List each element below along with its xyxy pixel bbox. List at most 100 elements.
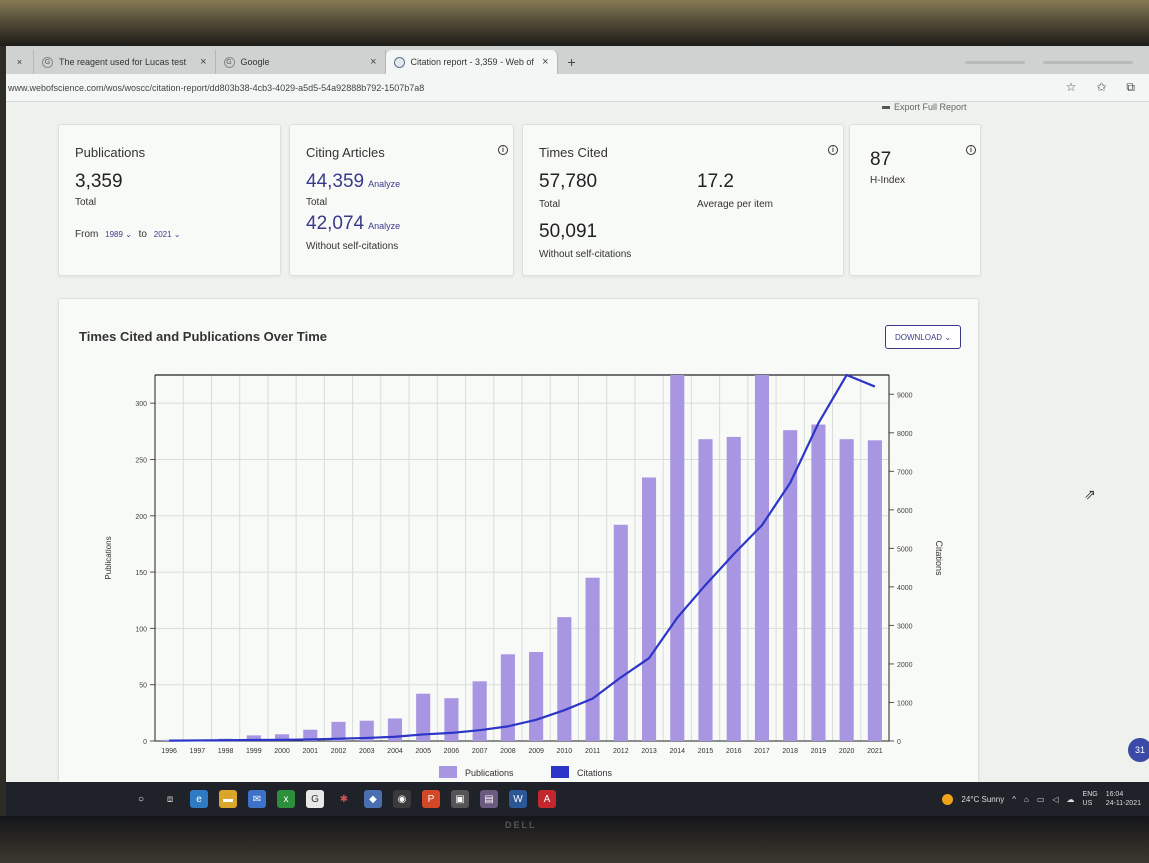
x-tick-label: 2001: [302, 748, 318, 755]
read-aloud-icon[interactable]: ☆: [1066, 80, 1077, 95]
task-view-icon[interactable]: ⧈: [161, 790, 179, 808]
edge-icon[interactable]: e: [190, 790, 208, 808]
info-icon[interactable]: i: [498, 145, 508, 155]
card-title: Publications: [75, 145, 146, 160]
x-tick-label: 2002: [331, 748, 347, 755]
close-icon: ×: [16, 57, 23, 67]
y2-tick-label: 7000: [897, 469, 913, 476]
acrobat-icon[interactable]: A: [538, 790, 556, 808]
x-tick-label: 1999: [246, 748, 262, 755]
windows-taskbar: ○ ⧈ e ▬ ✉ x G ✱ ◆ ◉ P ▣ ▤ W A 24°C Sunny…: [6, 782, 1149, 816]
network-icon[interactable]: ⌂: [1024, 795, 1029, 804]
x-tick-label: 2013: [641, 748, 657, 755]
google-favicon-icon: G: [223, 56, 235, 68]
x-tick-label: 2015: [698, 748, 714, 755]
excel-icon[interactable]: x: [277, 790, 295, 808]
url-field[interactable]: www.webofscience.com/wos/woscc/citation-…: [6, 83, 424, 93]
search-icon[interactable]: ○: [132, 790, 150, 808]
x-tick-label: 1996: [161, 748, 177, 755]
bar-publications: [444, 698, 459, 741]
from-year-select[interactable]: 1989 ⌄: [105, 230, 132, 239]
monitor-bezel-bottom: [0, 816, 1149, 863]
to-year-select[interactable]: 2021 ⌄: [154, 230, 181, 239]
analyze-link[interactable]: Analyze: [368, 221, 400, 231]
card-title: Citing Articles: [306, 145, 385, 160]
x-tick-label: 2005: [415, 748, 431, 755]
y-tick-label: 300: [135, 401, 147, 408]
legend-label-citations: Citations: [577, 768, 613, 778]
bar-publications: [557, 617, 572, 741]
x-tick-label: 2006: [444, 748, 460, 755]
h-index-card: 87 i H-Index: [849, 124, 981, 276]
clock[interactable]: 16:04 24-11-2021: [1106, 790, 1141, 808]
address-bar-icons: ☆ ✩ ⧉: [1066, 80, 1149, 95]
app-icon[interactable]: ◆: [364, 790, 382, 808]
powerpoint-icon[interactable]: P: [422, 790, 440, 808]
google-icon[interactable]: G: [306, 790, 324, 808]
word-icon[interactable]: W: [509, 790, 527, 808]
app-icon[interactable]: ▣: [451, 790, 469, 808]
close-icon[interactable]: ×: [370, 56, 376, 68]
times-cited-publications-chart: 0501001502002503000100020003000400050006…: [104, 373, 944, 778]
card-title: Times Cited: [539, 145, 608, 160]
monitor-brand-logo: DELL: [505, 820, 537, 830]
chrome-icon[interactable]: ◉: [393, 790, 411, 808]
app-icon[interactable]: ▤: [480, 790, 498, 808]
weather-text[interactable]: 24°C Sunny: [961, 795, 1004, 804]
export-icon: [882, 106, 890, 110]
y2-tick-label: 4000: [897, 585, 913, 592]
favorites-icon[interactable]: ✩: [1096, 80, 1106, 95]
bar-publications: [811, 424, 826, 741]
new-tab-button[interactable]: +: [558, 50, 586, 74]
h-index-value: 87: [870, 149, 892, 170]
tab-close-button[interactable]: ×: [6, 50, 34, 74]
times-cited-total-label: Total: [539, 199, 561, 210]
info-icon[interactable]: i: [828, 145, 838, 155]
chevron-up-icon[interactable]: ^: [1012, 795, 1016, 804]
collections-icon[interactable]: ⧉: [1126, 80, 1135, 95]
notification-badge[interactable]: 31: [1128, 738, 1149, 762]
tab-label: The reagent used for Lucas test: [59, 57, 187, 67]
y2-tick-label: 0: [897, 739, 901, 746]
citing-total-label: Total: [306, 197, 328, 208]
legend-swatch-publications: [439, 766, 457, 778]
x-tick-label: 2019: [811, 748, 827, 755]
web-of-science-favicon-icon: [393, 56, 405, 68]
volume-icon[interactable]: ◁: [1052, 795, 1058, 804]
y-tick-label: 0: [143, 739, 147, 746]
bar-publications: [641, 477, 657, 741]
titlebar-decoration: [965, 60, 1025, 64]
analyze-link[interactable]: Analyze: [368, 179, 400, 189]
address-bar: www.webofscience.com/wos/woscc/citation-…: [6, 74, 1149, 102]
bar-publications: [867, 440, 882, 741]
display-icon[interactable]: ▭: [1037, 795, 1045, 804]
tab-lucas-test[interactable]: G The reagent used for Lucas test ×: [34, 50, 216, 74]
y-axis-label: Publications: [104, 536, 113, 579]
x-tick-label: 2000: [274, 748, 290, 755]
x-tick-label: 2011: [585, 748, 600, 755]
browser-tab-bar: × G The reagent used for Lucas test × G …: [6, 46, 1149, 74]
tab-google[interactable]: G Google ×: [216, 50, 386, 74]
app-icon[interactable]: ✱: [335, 790, 353, 808]
y2-tick-label: 6000: [897, 508, 913, 515]
cloud-icon[interactable]: ☁: [1067, 795, 1075, 804]
close-icon[interactable]: ×: [542, 56, 548, 68]
x-tick-label: 2018: [782, 748, 798, 755]
file-explorer-icon[interactable]: ▬: [219, 790, 237, 808]
close-icon[interactable]: ×: [200, 56, 206, 68]
times-cited-total: 57,780: [539, 171, 598, 192]
x-tick-label: 2012: [613, 748, 629, 755]
tab-label: Citation report - 3,359 - Web of: [410, 57, 534, 67]
language-indicator[interactable]: ENG US: [1083, 790, 1098, 808]
x-tick-label: 2003: [359, 748, 375, 755]
y-tick-label: 150: [135, 570, 147, 577]
y2-tick-label: 2000: [897, 662, 913, 669]
x-tick-label: 2010: [557, 748, 573, 755]
mail-icon[interactable]: ✉: [248, 790, 266, 808]
tab-citation-report[interactable]: Citation report - 3,359 - Web of ×: [385, 50, 558, 74]
info-icon[interactable]: i: [966, 145, 976, 155]
citing-articles-total: 44,359 Analyze: [306, 171, 401, 192]
system-tray: 24°C Sunny ^ ⌂ ▭ ◁ ☁ ENG US 16:04 24-11-…: [942, 790, 1149, 808]
average-per-item-label: Average per item: [697, 199, 773, 210]
export-full-report-link[interactable]: Export Full Report: [882, 102, 967, 112]
